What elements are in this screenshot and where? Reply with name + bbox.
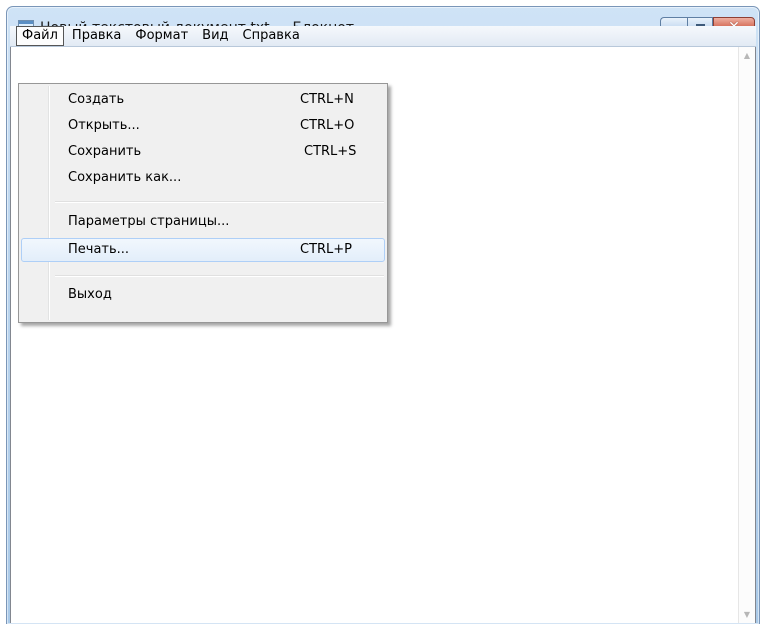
- menu-item-shortcut: CTRL+S: [304, 144, 357, 159]
- menu-format[interactable]: Формат: [129, 26, 194, 46]
- menu-item-exit[interactable]: Выход: [21, 283, 385, 307]
- menu-help[interactable]: Справка: [237, 26, 306, 46]
- menu-item-new[interactable]: Создать CTRL+N: [21, 88, 385, 112]
- menu-item-label: Создать: [68, 92, 125, 107]
- vertical-scrollbar[interactable]: ▲ ▼: [738, 47, 755, 623]
- menu-item-print[interactable]: Печать... CTRL+P: [21, 238, 385, 262]
- menu-item-shortcut: CTRL+P: [300, 242, 353, 257]
- scroll-up-icon[interactable]: ▲: [739, 47, 755, 64]
- menu-item-label: Печать...: [68, 242, 130, 257]
- menu-item-label: Сохранить как...: [68, 170, 182, 185]
- menu-item-save-as[interactable]: Сохранить как...: [21, 166, 385, 190]
- menu-item-label: Открыть...: [68, 118, 140, 133]
- menu-bar: Файл Правка Формат Вид Справка: [10, 26, 756, 47]
- menu-item-save[interactable]: Сохранить CTRL+S: [21, 140, 385, 164]
- menu-file[interactable]: Файл: [16, 26, 64, 46]
- menu-item-label: Выход: [68, 287, 112, 302]
- menu-item-page-setup[interactable]: Параметры страницы...: [21, 210, 385, 234]
- file-menu-dropdown: Создать CTRL+N Открыть... CTRL+O Сохрани…: [18, 83, 388, 323]
- menu-item-open[interactable]: Открыть... CTRL+O: [21, 114, 385, 138]
- menu-separator: [55, 201, 384, 203]
- menu-edit[interactable]: Правка: [66, 26, 127, 46]
- menu-item-shortcut: CTRL+O: [300, 118, 355, 133]
- menu-item-label: Сохранить: [68, 144, 142, 159]
- menu-item-label: Параметры страницы...: [68, 214, 230, 229]
- menu-item-shortcut: CTRL+N: [300, 92, 354, 107]
- menu-separator: [55, 275, 384, 277]
- menu-view[interactable]: Вид: [196, 26, 234, 46]
- scroll-down-icon[interactable]: ▼: [739, 606, 755, 623]
